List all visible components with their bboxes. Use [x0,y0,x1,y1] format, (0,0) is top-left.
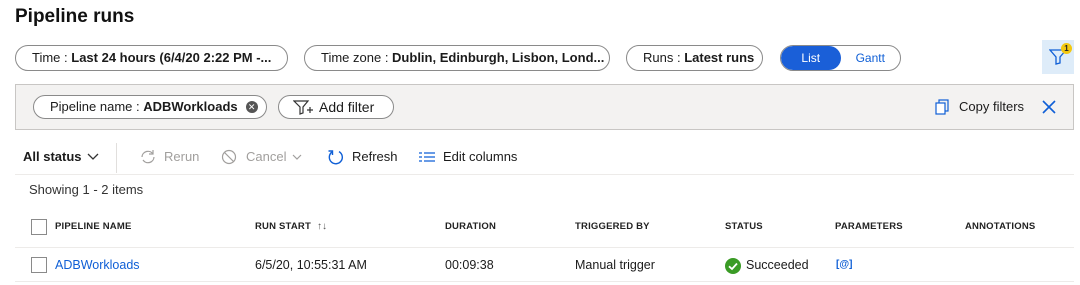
page-title: Pipeline runs [15,6,135,27]
add-filter-label: Add filter [319,99,375,115]
chip-value: ADBWorkloads [143,99,238,114]
filter-bar: Pipeline name : ADBWorkloads ✕ Add filte… [15,84,1074,130]
rerun-label: Rerun [164,149,200,164]
time-zone-filter[interactable]: Time zone : Dublin, Edinburgh, Lisbon, L… [304,45,610,71]
cancel-label: Cancel [246,149,287,164]
select-all-checkbox[interactable] [31,219,47,235]
success-icon [725,258,741,274]
rerun-icon [141,150,155,164]
column-header-duration[interactable]: DURATION [445,221,496,232]
triggered-by-cell: Manual trigger [575,258,655,272]
column-header-run-start[interactable]: RUN START [255,221,311,232]
time-range-value: Last 24 hours (6/4/20 2:22 PM -... [71,50,272,65]
refresh-button[interactable]: Refresh [327,147,398,167]
time-range-label: Time : [32,50,72,65]
copy-icon [935,99,949,115]
copy-filters-button[interactable]: Copy filters [935,97,1024,117]
status-filter-dropdown[interactable]: All status [23,147,99,167]
pipeline-name-filter-chip[interactable]: Pipeline name : ADBWorkloads ✕ [33,95,267,119]
cancel-icon [221,149,237,165]
add-filter-button[interactable]: Add filter [278,95,394,119]
filter-toggle-button[interactable]: 1 [1042,40,1074,74]
chevron-down-icon [87,153,99,160]
gantt-view-button[interactable]: Gantt [841,46,901,70]
list-view-button[interactable]: List [781,46,841,70]
remove-chip-icon[interactable]: ✕ [245,101,258,113]
column-header-pipeline-name[interactable]: PIPELINE NAME [55,221,132,232]
toolbar-divider-line [15,174,1074,175]
add-filter-icon [293,100,313,115]
active-filter-count-badge: 1 [1061,43,1072,54]
time-zone-label: Time zone : [321,50,393,65]
edit-columns-icon [419,152,435,162]
time-zone-value: Dublin, Edinburgh, Lisbon, Lond... [392,50,605,65]
status-cell: Succeeded [725,258,809,274]
close-icon[interactable] [1040,98,1058,116]
duration-cell: 00:09:38 [445,258,494,272]
chip-label: Pipeline name : [50,99,144,114]
runs-value: Latest runs [684,50,755,65]
edit-columns-label: Edit columns [443,149,518,164]
item-count-summary: Showing 1 - 2 items [29,182,144,197]
copy-filters-label: Copy filters [959,99,1025,114]
status-filter-label: All status [23,149,82,164]
column-header-status[interactable]: STATUS [725,221,763,232]
table-row-divider [15,281,1074,282]
chevron-down-icon [292,154,302,160]
runs-filter[interactable]: Runs : Latest runs [626,45,763,71]
run-start-cell: 6/5/20, 10:55:31 AM [255,258,367,272]
column-header-annotations[interactable]: ANNOTATIONS [965,221,1035,232]
table-header-divider [15,247,1074,248]
pipeline-name-link[interactable]: ADBWorkloads [55,258,140,272]
row-checkbox[interactable] [31,257,47,273]
status-label: Succeeded [746,258,809,272]
edit-columns-button[interactable]: Edit columns [418,147,517,167]
column-header-parameters[interactable]: PARAMETERS [835,221,903,232]
time-range-filter[interactable]: Time : Last 24 hours (6/4/20 2:22 PM -..… [15,45,288,71]
refresh-label: Refresh [352,149,398,164]
rerun-button[interactable]: Rerun [139,147,199,167]
refresh-icon [328,150,343,165]
sort-icon[interactable]: ↑↓ [317,221,327,232]
toolbar-divider [116,143,117,173]
parameters-link[interactable]: [@] [836,259,852,270]
cancel-button[interactable]: Cancel [221,147,302,167]
column-header-triggered-by[interactable]: TRIGGERED BY [575,221,650,232]
view-toggle: List Gantt [780,45,901,71]
runs-label: Runs : [643,50,685,65]
